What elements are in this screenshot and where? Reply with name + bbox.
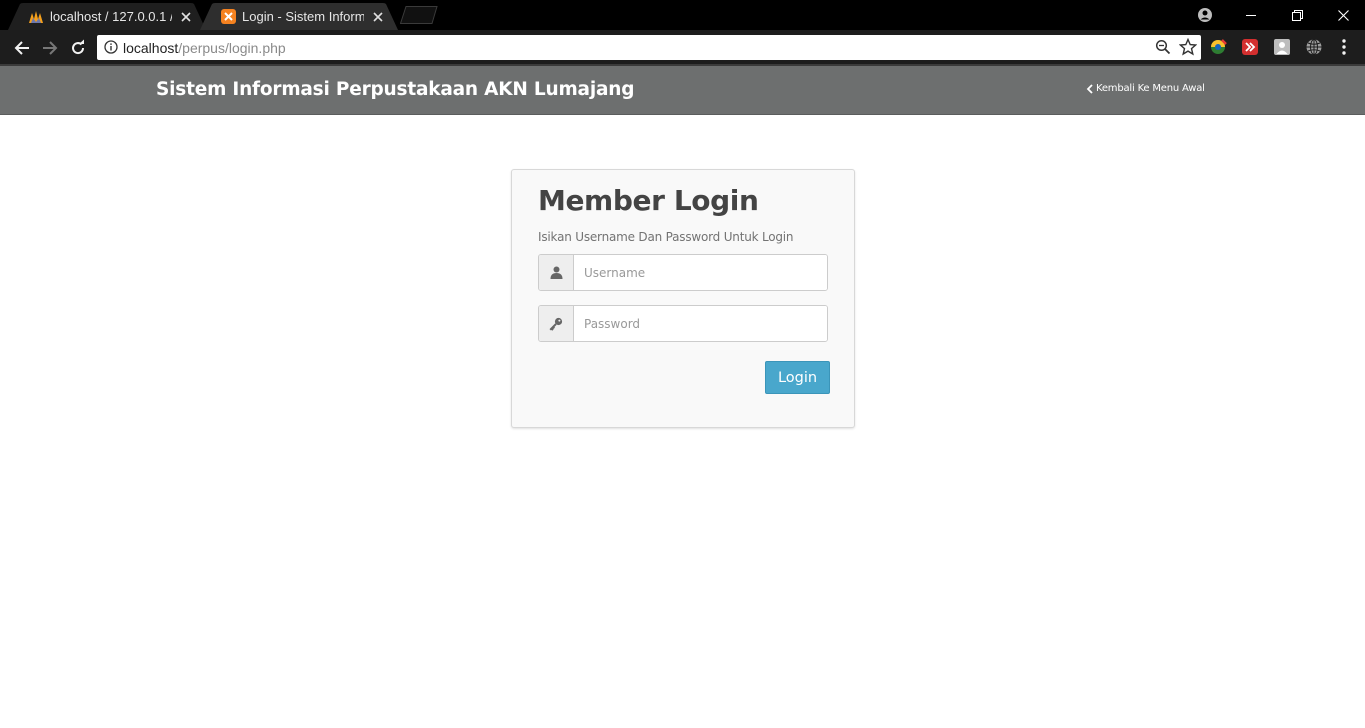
user-icon — [539, 255, 574, 290]
browser-menu-icon[interactable] — [1336, 38, 1352, 56]
bookmark-star-icon[interactable] — [1179, 38, 1197, 56]
url-text[interactable]: localhost/perpus/login.php — [123, 40, 286, 56]
tab-title: localhost / 127.0.0.1 / per — [50, 9, 172, 24]
back-arrow-icon[interactable] — [10, 36, 34, 60]
login-subtitle: Isikan Username Dan Password Untuk Login — [538, 230, 794, 244]
phpmyadmin-icon — [28, 9, 44, 25]
url-host: localhost — [123, 40, 179, 56]
site-navbar: Sistem Informasi Perpustakaan AKN Lumaja… — [0, 66, 1365, 115]
browser-tab-phpmyadmin[interactable]: localhost / 127.0.0.1 / per — [8, 3, 206, 30]
chevron-left-icon — [1086, 83, 1093, 94]
tab-title: Login - Sistem Informasi P — [242, 9, 364, 24]
close-tab-icon[interactable] — [178, 9, 194, 25]
close-tab-icon[interactable] — [370, 9, 386, 25]
profile-icon[interactable] — [1196, 6, 1214, 24]
site-brand[interactable]: Sistem Informasi Perpustakaan AKN Lumaja… — [156, 79, 634, 100]
login-button[interactable]: Login — [765, 361, 830, 394]
xampp-icon — [220, 9, 236, 25]
login-title: Member Login — [538, 184, 759, 217]
username-input[interactable] — [574, 255, 827, 290]
close-window-icon[interactable] — [1320, 0, 1365, 30]
red-extension-icon[interactable] — [1241, 38, 1259, 56]
browser-tab-login[interactable]: Login - Sistem Informasi P — [200, 3, 398, 30]
key-icon — [539, 306, 574, 341]
url-path: /perpus/login.php — [178, 40, 286, 56]
zoom-icon[interactable] — [1155, 39, 1171, 55]
browser-tab-strip: localhost / 127.0.0.1 / per Login - Sist… — [0, 0, 1365, 30]
new-tab-button[interactable] — [400, 6, 438, 24]
password-input[interactable] — [574, 306, 827, 341]
person-extension-icon[interactable] — [1273, 38, 1291, 56]
username-field — [538, 254, 828, 291]
password-field — [538, 305, 828, 342]
restore-window-icon[interactable] — [1274, 0, 1320, 30]
login-panel: Member Login Isikan Username Dan Passwor… — [511, 169, 855, 428]
back-to-menu-link[interactable]: Kembali Ke Menu Awal — [1086, 83, 1205, 94]
back-to-menu-label: Kembali Ke Menu Awal — [1096, 83, 1205, 94]
minimize-window-icon[interactable] — [1228, 0, 1274, 30]
globe-extension-icon[interactable] — [1305, 38, 1323, 56]
forward-arrow-icon[interactable] — [38, 36, 62, 60]
info-icon[interactable] — [104, 40, 118, 54]
color-picker-icon[interactable] — [1209, 38, 1227, 56]
reload-icon[interactable] — [66, 36, 90, 60]
address-bar[interactable]: localhost/perpus/login.php — [97, 35, 1201, 60]
